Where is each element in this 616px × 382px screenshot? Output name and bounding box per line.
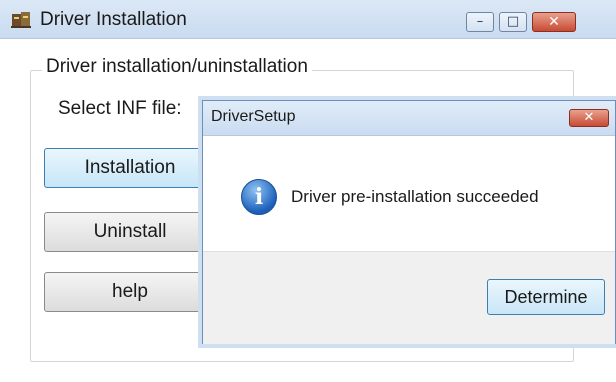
dialog-message: Driver pre-installation succeeded (291, 187, 539, 206)
maximize-button[interactable]: □ (499, 12, 527, 32)
close-icon: ✕ (583, 110, 595, 125)
help-button[interactable]: help (44, 272, 216, 312)
groupbox-label: Driver installation/uninstallation (42, 56, 312, 78)
driver-setup-dialog: DriverSetup ✕ i Driver pre-installation … (202, 100, 616, 344)
app-icon (11, 12, 31, 28)
minimize-icon: – (476, 14, 484, 29)
dialog-title: DriverSetup (211, 108, 296, 125)
determine-button[interactable]: Determine (487, 279, 605, 315)
close-button[interactable]: ✕ (532, 12, 576, 32)
close-icon: ✕ (548, 14, 560, 30)
dialog-titlebar[interactable]: DriverSetup ✕ (203, 101, 615, 136)
maximize-icon: □ (506, 14, 520, 29)
installation-button[interactable]: Installation (44, 148, 216, 188)
uninstall-button[interactable]: Uninstall (44, 212, 216, 252)
minimize-button[interactable]: – (466, 12, 494, 32)
inf-file-label: Select INF file: (58, 98, 182, 119)
dialog-close-button[interactable]: ✕ (569, 109, 609, 127)
info-icon: i (241, 179, 277, 215)
window-title: Driver Installation (40, 9, 187, 30)
main-titlebar[interactable]: Driver Installation – □ ✕ (0, 0, 616, 39)
